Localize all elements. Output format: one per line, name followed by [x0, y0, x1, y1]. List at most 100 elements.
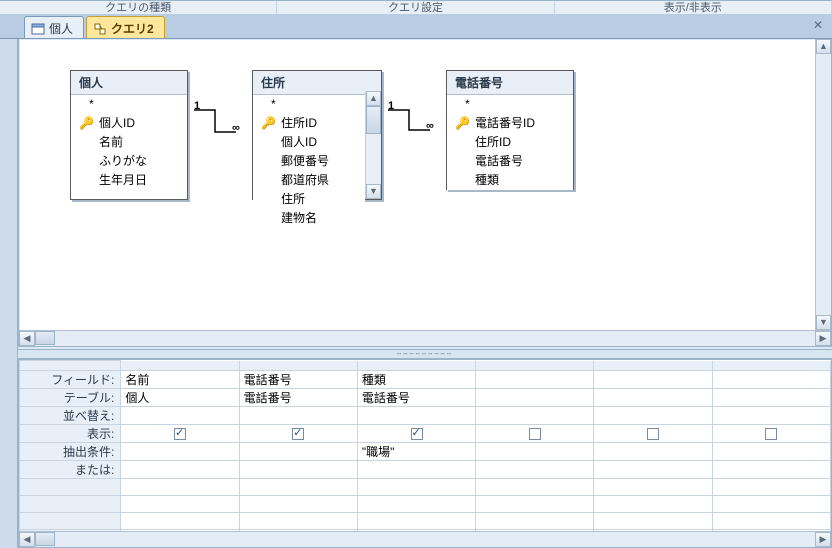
grid-cell[interactable]	[239, 513, 357, 530]
grid-cell[interactable]	[121, 513, 239, 530]
grid-cell[interactable]	[121, 479, 239, 496]
grid-cell[interactable]: 種類	[357, 371, 475, 389]
grid-cell[interactable]	[594, 425, 712, 443]
field-row[interactable]: 名前	[71, 133, 187, 152]
column-selector[interactable]	[239, 361, 357, 371]
grid-cell[interactable]: 電話番号	[239, 389, 357, 407]
grid-cell[interactable]	[239, 407, 357, 425]
column-selector[interactable]	[594, 361, 712, 371]
column-selector[interactable]	[712, 361, 830, 371]
scroll-right-icon[interactable]: ▶	[815, 532, 831, 547]
scroll-left-icon[interactable]: ◀	[19, 532, 35, 547]
grid-cell[interactable]	[712, 461, 830, 479]
grid-cell[interactable]	[712, 425, 830, 443]
grid-cell[interactable]	[476, 407, 594, 425]
field-row[interactable]: 🔑電話番号ID	[447, 114, 573, 133]
scroll-up-icon[interactable]: ▲	[816, 39, 831, 54]
grid-cell[interactable]	[121, 425, 239, 443]
grid-cell[interactable]	[594, 389, 712, 407]
grid-cell[interactable]: "職場"	[357, 443, 475, 461]
column-selector[interactable]	[476, 361, 594, 371]
vertical-scrollbar[interactable]: ▲▼	[365, 91, 381, 199]
table-jusho[interactable]: 住所*🔑住所ID個人ID郵便番号都道府県住所建物名▲▼	[252, 70, 382, 200]
grid-cell[interactable]	[712, 371, 830, 389]
grid-cell[interactable]	[712, 389, 830, 407]
grid-cell[interactable]	[594, 371, 712, 389]
grid-cell[interactable]	[712, 479, 830, 496]
field-row[interactable]: 住所ID	[447, 133, 573, 152]
grid-cell[interactable]	[239, 425, 357, 443]
field-row[interactable]: *	[447, 95, 573, 114]
grid-cell[interactable]	[357, 513, 475, 530]
field-row[interactable]: 個人ID	[253, 133, 365, 152]
grid-cell[interactable]	[239, 461, 357, 479]
show-checkbox[interactable]	[647, 428, 659, 440]
grid-cell[interactable]	[357, 496, 475, 513]
show-checkbox[interactable]	[411, 428, 423, 440]
grid-cell[interactable]	[594, 461, 712, 479]
grid-cell[interactable]	[357, 425, 475, 443]
column-selector[interactable]	[121, 361, 239, 371]
field-row[interactable]: ふりがな	[71, 152, 187, 171]
grid-cell[interactable]	[712, 496, 830, 513]
scroll-thumb[interactable]	[366, 106, 381, 134]
scroll-thumb[interactable]	[35, 532, 55, 546]
grid-cell[interactable]	[357, 461, 475, 479]
grid-cell[interactable]	[239, 479, 357, 496]
tab-kojin[interactable]: 個人	[24, 16, 84, 38]
field-row[interactable]: 種類	[447, 171, 573, 190]
grid-cell[interactable]	[712, 513, 830, 530]
field-row[interactable]: 電話番号	[447, 152, 573, 171]
grid-cell[interactable]	[594, 513, 712, 530]
field-row[interactable]: 郵便番号	[253, 152, 365, 171]
field-row[interactable]: 生年月日	[71, 171, 187, 190]
navigation-pane-collapsed[interactable]	[0, 39, 18, 548]
show-checkbox[interactable]	[174, 428, 186, 440]
grid-cell[interactable]	[239, 496, 357, 513]
grid-cell[interactable]: 名前	[121, 371, 239, 389]
grid-cell[interactable]	[476, 389, 594, 407]
scroll-up-icon[interactable]: ▲	[366, 91, 381, 106]
table-kojin[interactable]: 個人*🔑個人ID名前ふりがな生年月日	[70, 70, 188, 200]
field-row[interactable]: *	[253, 95, 365, 114]
field-row[interactable]: 🔑個人ID	[71, 114, 187, 133]
scroll-right-icon[interactable]: ▶	[815, 331, 831, 346]
grid-cell[interactable]	[476, 479, 594, 496]
grid-cell[interactable]	[357, 407, 475, 425]
grid-cell[interactable]	[121, 407, 239, 425]
column-selector[interactable]	[357, 361, 475, 371]
scroll-left-icon[interactable]: ◀	[19, 331, 35, 346]
horizontal-scrollbar[interactable]: ◀ ▶	[19, 531, 831, 547]
field-row[interactable]: *	[71, 95, 187, 114]
scroll-down-icon[interactable]: ▼	[816, 315, 831, 330]
field-row[interactable]: 都道府県	[253, 171, 365, 190]
pane-splitter[interactable]: ┅┅┅┅┅┅┅┅┅	[18, 349, 832, 359]
grid-cell[interactable]	[594, 407, 712, 425]
grid-cell[interactable]	[239, 443, 357, 461]
close-icon[interactable]: ✕	[810, 18, 826, 34]
table-denwa[interactable]: 電話番号*🔑電話番号ID住所ID電話番号種類	[446, 70, 574, 190]
show-checkbox[interactable]	[765, 428, 777, 440]
design-grid-table[interactable]: フィールド:名前電話番号種類テーブル:個人電話番号電話番号並べ替え:表示:抽出条…	[19, 360, 831, 531]
show-checkbox[interactable]	[529, 428, 541, 440]
grid-cell[interactable]	[476, 513, 594, 530]
show-checkbox[interactable]	[292, 428, 304, 440]
field-row[interactable]: 建物名	[253, 209, 365, 228]
grid-cell[interactable]	[476, 461, 594, 479]
scroll-down-icon[interactable]: ▼	[366, 184, 381, 199]
grid-cell[interactable]	[594, 496, 712, 513]
grid-cell[interactable]	[121, 461, 239, 479]
grid-cell[interactable]	[476, 371, 594, 389]
grid-cell[interactable]	[712, 407, 830, 425]
horizontal-scrollbar[interactable]: ◀ ▶	[19, 330, 831, 346]
grid-cell[interactable]	[121, 496, 239, 513]
tab-query2[interactable]: クエリ2	[86, 16, 165, 38]
grid-cell[interactable]: 電話番号	[357, 389, 475, 407]
scroll-thumb[interactable]	[35, 331, 55, 345]
grid-cell[interactable]	[121, 443, 239, 461]
grid-cell[interactable]	[357, 479, 475, 496]
grid-cell[interactable]	[476, 425, 594, 443]
field-row[interactable]: 住所	[253, 190, 365, 209]
grid-cell[interactable]	[594, 479, 712, 496]
field-row[interactable]: 🔑住所ID	[253, 114, 365, 133]
